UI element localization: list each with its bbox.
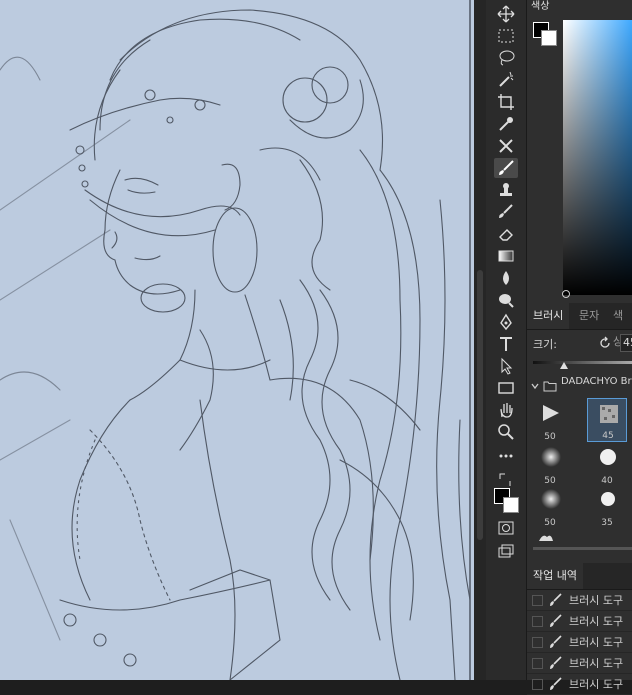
move-icon[interactable] xyxy=(494,4,518,24)
gradient-icon[interactable] xyxy=(494,246,518,266)
brush-icon[interactable] xyxy=(494,158,518,178)
blur-icon[interactable] xyxy=(494,268,518,288)
color-panel-tab[interactable]: 색상 xyxy=(527,0,565,16)
brush-icon xyxy=(550,593,562,606)
pen-icon[interactable] xyxy=(494,312,518,332)
brush-preset-size: 50 xyxy=(544,432,556,442)
history-item-label: 브러시 도구 xyxy=(569,678,624,691)
history-checkbox[interactable] xyxy=(532,679,543,690)
marquee-icon[interactable] xyxy=(494,26,518,46)
zoom-icon[interactable] xyxy=(494,422,518,442)
panel-background-swatch[interactable] xyxy=(541,30,557,46)
history-checkbox[interactable] xyxy=(532,658,543,669)
triangle-brush-icon xyxy=(543,405,559,421)
texture-brush-icon xyxy=(600,405,618,423)
swap-colors-icon[interactable] xyxy=(494,470,518,490)
eraser-icon[interactable] xyxy=(494,224,518,244)
crop-icon[interactable] xyxy=(494,92,518,112)
tab-character[interactable]: 문자 xyxy=(573,303,605,329)
more-icon[interactable] xyxy=(494,446,518,466)
healing-icon[interactable] xyxy=(494,136,518,156)
history-item[interactable]: 브러시 도구 xyxy=(527,674,632,695)
history-panel-tabs: 작업 내역 xyxy=(527,563,632,590)
history-item[interactable]: 브러시 도구 xyxy=(527,653,632,674)
brush-preset[interactable]: 35 xyxy=(587,484,627,528)
history-checkbox[interactable] xyxy=(532,616,543,627)
vertical-scrollbar[interactable] xyxy=(477,270,483,540)
brush-size-slider[interactable] xyxy=(533,361,632,364)
brush-size-input[interactable]: 45 xyxy=(620,334,632,352)
hard-round-brush-icon xyxy=(601,492,615,506)
brush-preset-size: 50 xyxy=(544,518,556,528)
lasso-icon[interactable] xyxy=(494,48,518,68)
brush-panel-tabs: 브러시 문자 색상 xyxy=(527,303,632,348)
tools-panel xyxy=(486,0,527,680)
history-checkbox[interactable] xyxy=(532,637,543,648)
history-checkbox[interactable] xyxy=(532,595,543,606)
history-brush-icon[interactable] xyxy=(494,202,518,222)
sketch-artwork xyxy=(0,0,471,680)
brush-icon xyxy=(550,677,562,690)
preview-size-slider[interactable] xyxy=(533,547,632,550)
brush-folder-name: DADACHYO Bru xyxy=(561,376,632,387)
reset-size-icon[interactable] xyxy=(598,335,612,349)
quick-mask-icon[interactable] xyxy=(494,518,518,538)
history-item[interactable]: 브러시 도구 xyxy=(527,611,632,632)
brush-preset[interactable]: 40 xyxy=(587,442,627,486)
tab-history[interactable]: 작업 내역 xyxy=(527,563,583,589)
brush-preset-size: 35 xyxy=(601,518,613,528)
history-item-label: 브러시 도구 xyxy=(569,615,624,628)
brush-icon xyxy=(550,656,562,669)
path-select-icon[interactable] xyxy=(494,356,518,376)
folder-icon xyxy=(543,377,557,392)
brush-preset[interactable]: 50 xyxy=(530,398,570,442)
tab-brush[interactable]: 브러시 xyxy=(527,303,570,329)
hard-round-brush-icon xyxy=(600,449,616,465)
document-canvas[interactable] xyxy=(0,0,474,680)
tab-color[interactable]: 색상 xyxy=(607,303,632,348)
brush-preset[interactable]: 50 xyxy=(530,442,570,486)
brush-preset-selected[interactable]: 45 xyxy=(587,398,627,442)
brush-icon xyxy=(550,635,562,648)
brush-preset-size: 45 xyxy=(602,431,614,441)
soft-round-brush-icon xyxy=(541,447,561,467)
right-panel: 색상 브러시 문자 색상 크기: 45 DADACHYO Bru 50 45 5… xyxy=(527,0,632,695)
history-item-label: 브러시 도구 xyxy=(569,594,624,607)
brush-preset[interactable]: 50 xyxy=(530,484,570,528)
stamp-icon[interactable] xyxy=(494,180,518,200)
history-item[interactable]: 브러시 도구 xyxy=(527,632,632,653)
history-item[interactable]: 브러시 도구 xyxy=(527,590,632,611)
brush-size-label: 크기: xyxy=(533,338,557,351)
background-color-swatch[interactable] xyxy=(503,497,519,513)
dodge-icon[interactable] xyxy=(494,290,518,310)
rectangle-icon[interactable] xyxy=(494,378,518,398)
type-icon[interactable] xyxy=(494,334,518,354)
brush-icon xyxy=(550,614,562,627)
soft-round-brush-icon xyxy=(541,489,561,509)
history-item-label: 브러시 도구 xyxy=(569,657,624,670)
history-item-label: 브러시 도구 xyxy=(569,636,624,649)
brush-folder-row[interactable]: DADACHYO Bru xyxy=(527,374,632,394)
eyedropper-icon[interactable] xyxy=(494,114,518,134)
magic-wand-icon[interactable] xyxy=(494,70,518,90)
color-picker-cursor[interactable] xyxy=(562,290,570,298)
color-picker-field[interactable] xyxy=(563,20,632,295)
hand-icon[interactable] xyxy=(494,400,518,420)
brush-size-slider-handle[interactable] xyxy=(560,362,568,369)
chevron-down-icon[interactable] xyxy=(530,377,540,390)
screen-mode-icon[interactable] xyxy=(494,542,518,562)
brush-preset-partial[interactable] xyxy=(537,528,555,541)
